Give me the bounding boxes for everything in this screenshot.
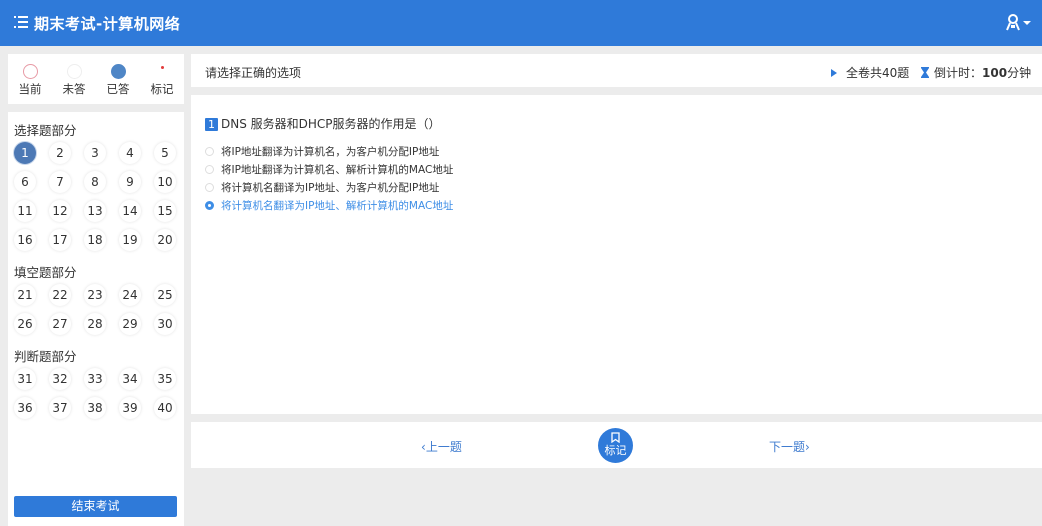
question-nav-item[interactable]: 38 xyxy=(84,397,106,419)
answer-option[interactable]: 将IP地址翻译为计算机名，为客户机分配IP地址 xyxy=(205,144,439,159)
unanswered-status-icon xyxy=(66,64,82,79)
question-nav-item[interactable]: 31 xyxy=(14,368,36,390)
question-nav-item[interactable]: 10 xyxy=(154,171,176,193)
question-nav-item[interactable]: 14 xyxy=(119,200,141,222)
answer-option-label: 将IP地址翻译为计算机名、解析计算机的MAC地址 xyxy=(221,164,454,176)
answer-option-label: 将计算机名翻译为IP地址、解析计算机的MAC地址 xyxy=(221,200,454,212)
question-nav-item[interactable]: 20 xyxy=(154,229,176,251)
end-exam-button[interactable]: 结束考试 xyxy=(14,496,177,517)
question-nav-item[interactable]: 35 xyxy=(154,368,176,390)
question-nav-item[interactable]: 7 xyxy=(49,171,71,193)
hourglass-icon xyxy=(921,67,929,78)
question-nav-item[interactable]: 28 xyxy=(84,313,106,335)
answer-option[interactable]: 将计算机名翻译为IP地址、为客户机分配IP地址 xyxy=(205,180,439,195)
question-navigator: 选择题部分 填空题部分 判断题部分 结束考试 1 2 3 4 5 6 7 8 9 10 11 12 13… xyxy=(8,112,184,526)
question-nav-item[interactable]: 19 xyxy=(119,229,141,251)
question-nav-item[interactable]: 9 xyxy=(119,171,141,193)
legend-answered: 已答 xyxy=(98,64,138,97)
question-nav-item[interactable]: 2 xyxy=(49,142,71,164)
answer-option[interactable]: 将计算机名翻译为IP地址、解析计算机的MAC地址 xyxy=(205,198,453,213)
flag-question-button[interactable]: 标记 xyxy=(598,428,633,463)
answer-option[interactable]: 将IP地址翻译为计算机名、解析计算机的MAC地址 xyxy=(205,162,453,177)
question-nav-item[interactable]: 12 xyxy=(49,200,71,222)
question-title: 1 DNS 服务器和DHCP服务器的作用是（） xyxy=(205,115,441,132)
section-title-choice: 选择题部分 xyxy=(14,123,77,138)
question-nav-item[interactable]: 29 xyxy=(119,313,141,335)
question-nav-item[interactable]: 32 xyxy=(49,368,71,390)
question-nav-item[interactable]: 27 xyxy=(49,313,71,335)
question-nav-item[interactable]: 30 xyxy=(154,313,176,335)
question-nav-item[interactable]: 26 xyxy=(14,313,36,335)
chevron-right-icon: › xyxy=(805,440,810,454)
question-nav-item[interactable]: 15 xyxy=(154,200,176,222)
status-legend: 当前 未答 已答 标记 xyxy=(8,54,184,104)
instruction-text: 请选择正确的选项 xyxy=(205,66,302,80)
question-nav-item[interactable]: 11 xyxy=(14,200,36,222)
prev-question-button[interactable]: ‹上一题 xyxy=(421,438,462,455)
question-number-badge: 1 xyxy=(205,118,218,131)
question-nav-item[interactable]: 37 xyxy=(49,397,71,419)
question-nav-item[interactable]: 4 xyxy=(119,142,141,164)
radio-icon xyxy=(205,201,214,210)
current-status-icon xyxy=(22,64,38,79)
total-questions: 全卷共40题 xyxy=(831,64,909,81)
legend-current: 当前 xyxy=(10,64,50,97)
question-nav-item[interactable]: 13 xyxy=(84,200,106,222)
legend-unanswered: 未答 xyxy=(54,64,94,97)
question-nav-item[interactable]: 36 xyxy=(14,397,36,419)
flagged-status-icon xyxy=(155,64,170,79)
question-nav-item[interactable]: 5 xyxy=(154,142,176,164)
countdown-timer: 倒计时：100分钟 xyxy=(921,64,1031,81)
radio-icon xyxy=(205,165,214,174)
exam-title: 期末考试-计算机网络 xyxy=(34,15,181,33)
answer-option-label: 将计算机名翻译为IP地址、为客户机分配IP地址 xyxy=(221,182,440,194)
answer-option-label: 将IP地址翻译为计算机名，为客户机分配IP地址 xyxy=(221,146,440,158)
question-nav-item[interactable]: 6 xyxy=(14,171,36,193)
question-panel: 1 DNS 服务器和DHCP服务器的作用是（） 将IP地址翻译为计算机名，为客户机… xyxy=(191,95,1042,414)
user-icon xyxy=(1006,14,1031,31)
question-nav-item[interactable]: 33 xyxy=(84,368,106,390)
answered-status-icon xyxy=(110,64,126,79)
question-nav-item[interactable]: 1 xyxy=(14,142,36,164)
next-question-button[interactable]: 下一题› xyxy=(769,438,810,455)
question-nav-item[interactable]: 40 xyxy=(154,397,176,419)
question-nav-item[interactable]: 16 xyxy=(14,229,36,251)
legend-flagged: 标记 xyxy=(142,64,182,97)
section-title-fill: 填空题部分 xyxy=(14,265,77,280)
radio-icon xyxy=(205,147,214,156)
question-nav-item[interactable]: 23 xyxy=(84,284,106,306)
question-nav-item[interactable]: 22 xyxy=(49,284,71,306)
question-nav-item[interactable]: 24 xyxy=(119,284,141,306)
question-nav-item[interactable]: 18 xyxy=(84,229,106,251)
question-nav-item[interactable]: 34 xyxy=(119,368,141,390)
question-text: DNS 服务器和DHCP服务器的作用是（） xyxy=(221,117,441,131)
question-nav-item[interactable]: 39 xyxy=(119,397,141,419)
radio-icon xyxy=(205,183,214,192)
question-nav-item[interactable]: 25 xyxy=(154,284,176,306)
info-bar: 请选择正确的选项 全卷共40题 倒计时：100分钟 xyxy=(191,54,1042,87)
section-title-judge: 判断题部分 xyxy=(14,349,77,364)
chevron-down-icon xyxy=(1023,21,1031,25)
question-nav-item[interactable]: 21 xyxy=(14,284,36,306)
user-menu-button[interactable] xyxy=(1006,13,1032,33)
play-icon xyxy=(831,69,837,77)
question-nav-item[interactable]: 8 xyxy=(84,171,106,193)
bookmark-icon xyxy=(611,432,620,443)
question-nav-item[interactable]: 17 xyxy=(49,229,71,251)
top-bar: 期末考试-计算机网络 xyxy=(0,0,1042,46)
list-menu-icon[interactable] xyxy=(14,16,28,28)
question-nav-item[interactable]: 3 xyxy=(84,142,106,164)
bottom-bar: ‹上一题 标记 下一题› xyxy=(191,422,1042,468)
